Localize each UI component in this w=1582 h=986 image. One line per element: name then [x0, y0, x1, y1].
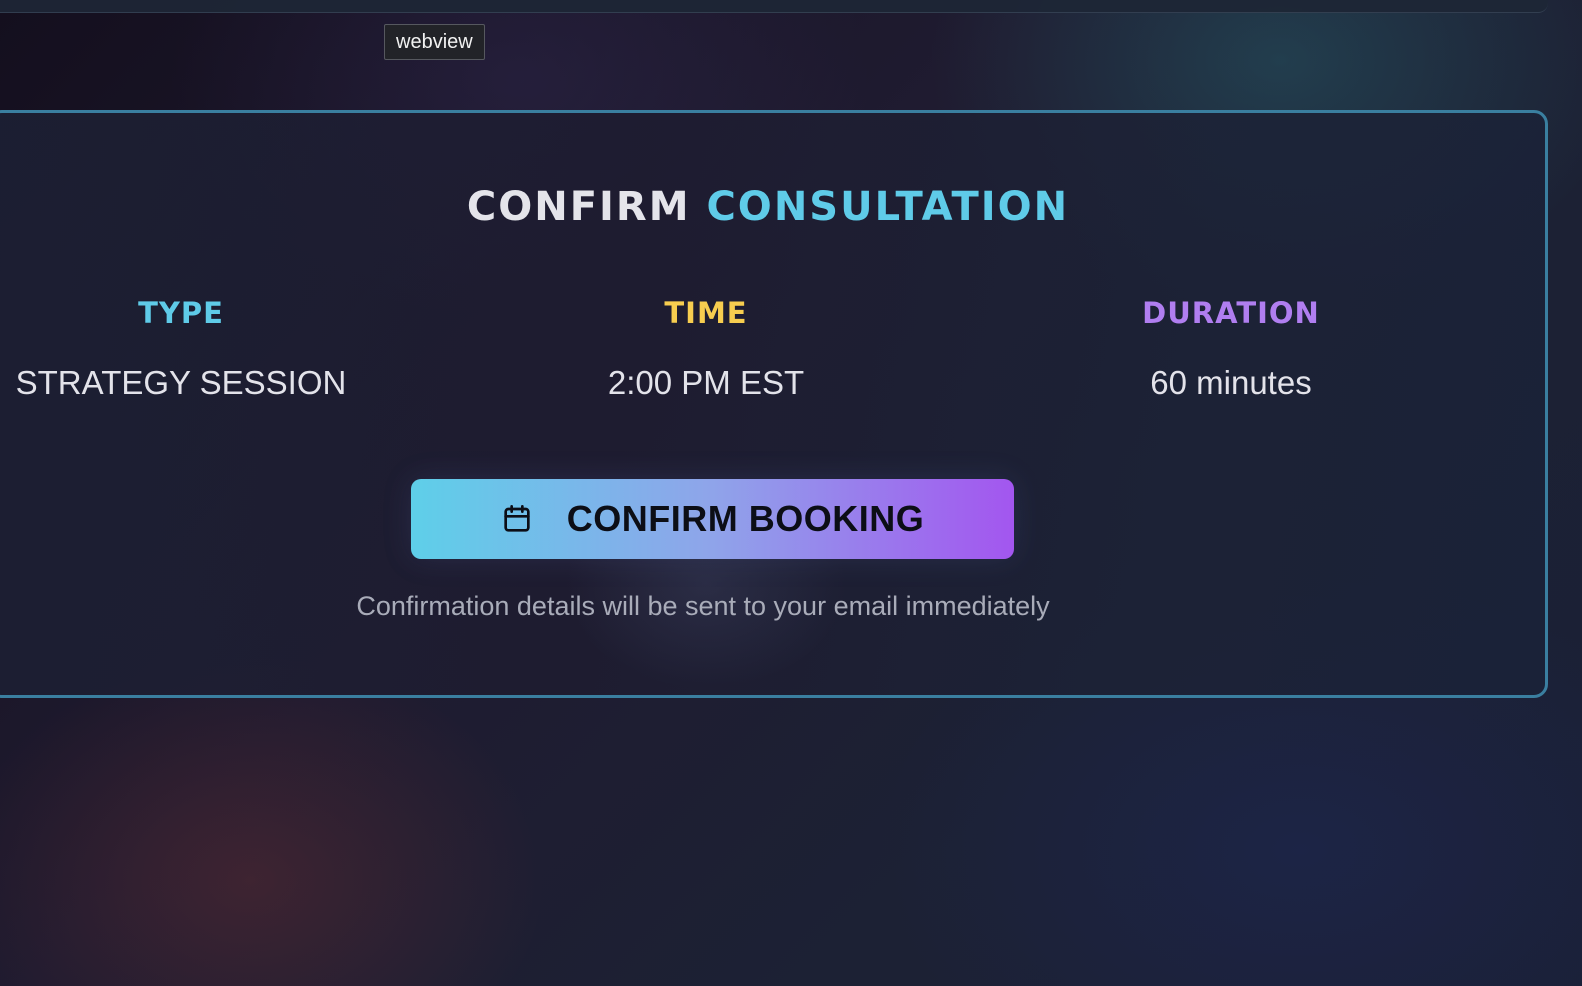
detail-duration: DURATION 60 minutes — [1021, 293, 1441, 403]
time-value: 2:00 PM EST — [607, 364, 805, 401]
confirmation-card: CONFIRM CONSULTATION TYPE STRATEGY SESSI… — [0, 110, 1548, 698]
type-value: STRATEGY SESSION — [15, 364, 347, 401]
webview-tooltip: webview — [384, 24, 485, 60]
duration-value: 60 minutes — [1150, 364, 1312, 401]
confirmation-note: Confirmation details will be sent to you… — [356, 591, 1050, 621]
type-label: TYPE — [138, 296, 224, 330]
top-bar — [0, 0, 1548, 13]
time-label: TIME — [664, 296, 748, 330]
detail-type: TYPE STRATEGY SESSION — [0, 293, 391, 403]
title-consultation: CONSULTATION — [706, 184, 1070, 230]
title-confirm: CONFIRM — [466, 184, 691, 230]
confirm-booking-button[interactable]: CONFIRM BOOKING — [411, 479, 1014, 559]
calendar-icon — [501, 503, 533, 535]
duration-label: DURATION — [1142, 296, 1320, 330]
confirm-booking-label: CONFIRM BOOKING — [566, 498, 925, 539]
card-title: CONFIRM CONSULTATION — [0, 181, 1545, 233]
detail-time: TIME 2:00 PM EST — [496, 293, 916, 403]
